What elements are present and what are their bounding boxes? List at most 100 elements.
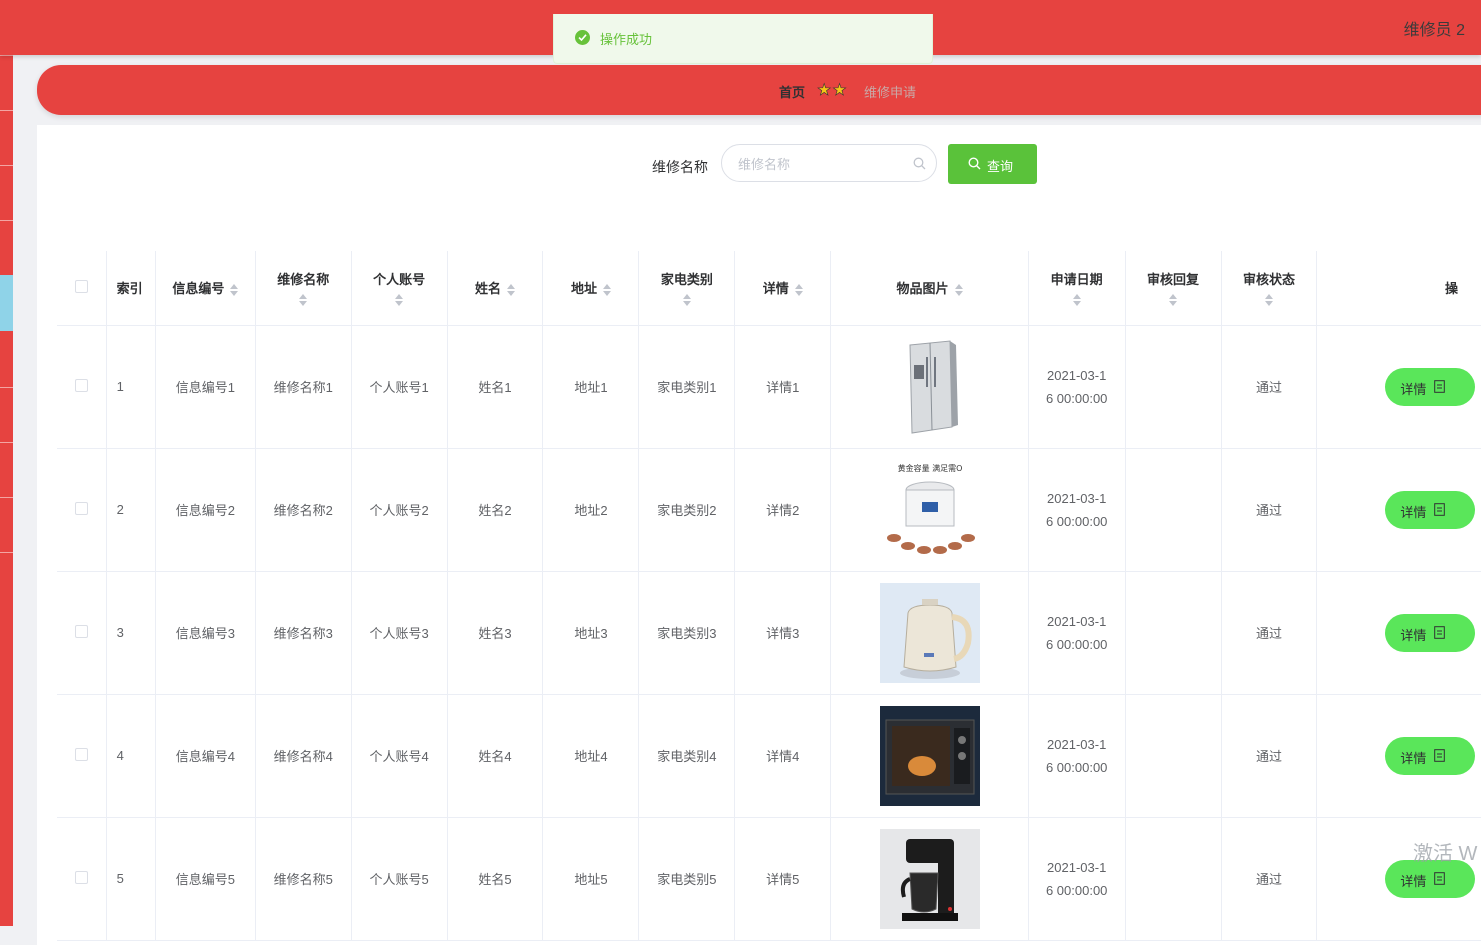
detail-button-label: 详情 bbox=[1400, 627, 1427, 643]
cell-account: 个人账号5 bbox=[351, 817, 448, 941]
cell-name: 姓名1 bbox=[447, 325, 544, 449]
sidebar-divider bbox=[0, 55, 13, 56]
header-category[interactable]: 家电类别 bbox=[638, 251, 736, 326]
sidebar bbox=[0, 0, 13, 926]
header-repair-name[interactable]: 维修名称 bbox=[255, 251, 352, 326]
cell-apply-date: 2021-03-1 6 00:00:00 bbox=[1028, 448, 1126, 572]
cell-address: 地址5 bbox=[542, 817, 640, 941]
cell-info-no: 信息编号4 bbox=[155, 694, 256, 818]
sort-caret-icon[interactable] bbox=[682, 294, 691, 307]
cell-info-no: 信息编号1 bbox=[155, 325, 256, 449]
sort-caret-icon[interactable] bbox=[507, 283, 516, 296]
row-checkbox[interactable] bbox=[74, 624, 88, 638]
cell-address: 地址1 bbox=[542, 325, 640, 449]
header-review-status[interactable]: 审核状态 bbox=[1221, 251, 1318, 326]
cell-review-status: 通过 bbox=[1221, 448, 1318, 572]
cell-name: 姓名2 bbox=[447, 448, 544, 572]
sidebar-divider bbox=[0, 387, 13, 388]
detail-button[interactable]: 详情 bbox=[1385, 613, 1476, 652]
breadcrumb-current: 维修申请 bbox=[864, 85, 917, 100]
microwave-image bbox=[879, 705, 980, 806]
detail-button[interactable]: 详情 bbox=[1385, 367, 1476, 406]
header-address[interactable]: 地址 bbox=[542, 251, 640, 326]
sidebar-item-active[interactable] bbox=[0, 275, 13, 331]
cell-apply-date: 2021-03-1 6 00:00:00 bbox=[1028, 571, 1126, 695]
search-icon bbox=[968, 157, 981, 173]
coffee-maker-image bbox=[879, 828, 980, 929]
cell-review-reply bbox=[1125, 694, 1222, 818]
cell-name: 姓名3 bbox=[447, 571, 544, 695]
sidebar-divider bbox=[0, 165, 13, 166]
sort-caret-icon[interactable] bbox=[395, 294, 404, 307]
header-name[interactable]: 姓名 bbox=[447, 251, 544, 326]
document-icon bbox=[1434, 871, 1446, 885]
date-line: 2021-03-1 bbox=[1047, 859, 1107, 875]
row-checkbox[interactable] bbox=[74, 747, 88, 761]
header-apply-date[interactable]: 申请日期 bbox=[1028, 251, 1126, 326]
cell-review-status: 通过 bbox=[1221, 571, 1318, 695]
cell-index: 3 bbox=[106, 571, 156, 695]
header-image[interactable]: 物品图片 bbox=[830, 251, 1029, 326]
repair-table: 索引 信息编号 维修名称 个人账号 姓名 地址 家电类别 详情 物品图片 申请日… bbox=[57, 251, 1481, 941]
cell-category: 家电类别2 bbox=[638, 448, 736, 572]
cell-index: 5 bbox=[106, 817, 156, 941]
breadcrumb-separator-star-icon: ★★ bbox=[817, 82, 848, 100]
cell-account: 个人账号3 bbox=[351, 571, 448, 695]
table-row: 3 信息编号3 维修名称3 个人账号3 姓名3 地址3 家电类别3 详情3 20… bbox=[57, 571, 1481, 695]
sort-caret-icon[interactable] bbox=[602, 283, 611, 296]
cell-account: 个人账号2 bbox=[351, 448, 448, 572]
cell-category: 家电类别5 bbox=[638, 817, 736, 941]
header-info-no[interactable]: 信息编号 bbox=[155, 251, 256, 326]
header-review-reply[interactable]: 审核回复 bbox=[1125, 251, 1222, 326]
header-account[interactable]: 个人账号 bbox=[351, 251, 448, 326]
header-operations: 操 bbox=[1444, 281, 1458, 297]
select-all-checkbox[interactable] bbox=[74, 279, 88, 293]
sort-caret-icon[interactable] bbox=[230, 283, 239, 296]
detail-button-label: 详情 bbox=[1400, 504, 1427, 520]
date-line: 2021-03-1 bbox=[1047, 367, 1107, 383]
cell-repair-name: 维修名称5 bbox=[255, 817, 352, 941]
table-row: 2 信息编号2 维修名称2 个人账号2 姓名2 地址2 家电类别2 详情2 黄金… bbox=[57, 448, 1481, 572]
query-button[interactable]: 查询 bbox=[948, 144, 1037, 184]
sort-caret-icon[interactable] bbox=[794, 283, 803, 296]
row-checkbox[interactable] bbox=[74, 870, 88, 884]
search-field[interactable] bbox=[721, 144, 937, 182]
sort-caret-icon[interactable] bbox=[1264, 294, 1273, 307]
document-icon bbox=[1434, 748, 1446, 762]
cell-account: 个人账号1 bbox=[351, 325, 448, 449]
detail-button[interactable]: 详情 bbox=[1385, 490, 1476, 529]
sort-caret-icon[interactable] bbox=[954, 283, 963, 296]
cell-index: 2 bbox=[106, 448, 156, 572]
refrigerator-image bbox=[879, 336, 980, 437]
date-line: 6 00:00:00 bbox=[1045, 636, 1108, 652]
check-circle-icon bbox=[575, 30, 590, 45]
date-line: 6 00:00:00 bbox=[1045, 759, 1108, 775]
cell-category: 家电类别4 bbox=[638, 694, 736, 818]
sort-caret-icon[interactable] bbox=[1169, 294, 1178, 307]
user-menu[interactable]: 维修员 2 bbox=[1404, 16, 1465, 40]
breadcrumb-home[interactable]: 首页 bbox=[779, 82, 805, 101]
image-caption: 黄金容量 满足需O bbox=[897, 463, 962, 473]
cell-detail: 详情2 bbox=[734, 448, 832, 572]
document-icon bbox=[1434, 625, 1446, 639]
sort-caret-icon[interactable] bbox=[299, 294, 308, 307]
search-label: 维修名称 bbox=[652, 159, 708, 175]
row-checkbox[interactable] bbox=[74, 501, 88, 515]
header-detail[interactable]: 详情 bbox=[734, 251, 832, 326]
sidebar-divider bbox=[0, 497, 13, 498]
cell-image bbox=[830, 694, 1029, 818]
date-line: 6 00:00:00 bbox=[1045, 390, 1108, 406]
cell-image bbox=[830, 571, 1029, 695]
cell-apply-date: 2021-03-1 6 00:00:00 bbox=[1028, 817, 1126, 941]
cell-image: 黄金容量 满足需O bbox=[830, 448, 1029, 572]
table-row: 4 信息编号4 维修名称4 个人账号4 姓名4 地址4 家电类别4 详情4 20… bbox=[57, 694, 1481, 818]
row-checkbox[interactable] bbox=[74, 378, 88, 392]
cell-repair-name: 维修名称4 bbox=[255, 694, 352, 818]
toast-message: 操作成功 bbox=[600, 32, 653, 47]
detail-button[interactable]: 详情 bbox=[1385, 736, 1476, 775]
search-input[interactable] bbox=[736, 154, 900, 174]
header-select-all[interactable] bbox=[57, 251, 107, 326]
cell-image bbox=[830, 325, 1029, 449]
cell-repair-name: 维修名称1 bbox=[255, 325, 352, 449]
sort-caret-icon[interactable] bbox=[1072, 294, 1081, 307]
